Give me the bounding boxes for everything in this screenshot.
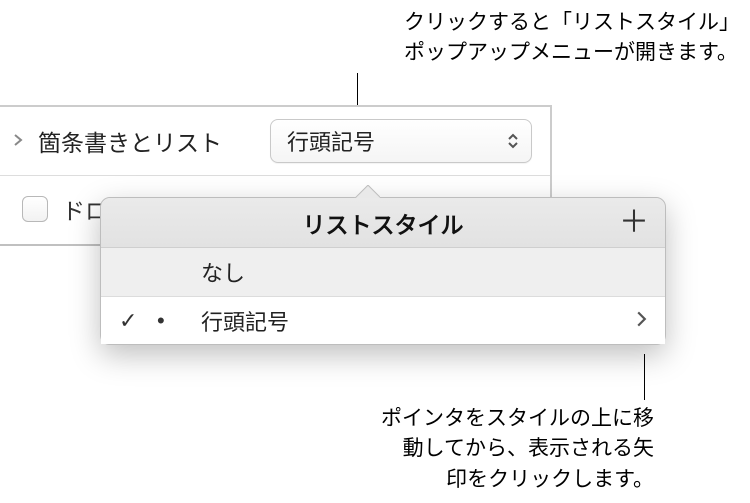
popover-arrow-icon [354, 185, 380, 199]
callout-text: クリックすると「リストスタイル」 [404, 8, 740, 38]
callout-text: 印をクリックします。 [381, 465, 654, 495]
callout-text: ポップアップメニューが開きます。 [404, 38, 740, 68]
callout-text: 動してから、表示される矢 [381, 434, 654, 464]
bullets-lists-row: 箇条書きとリスト 行頭記号 [0, 107, 550, 175]
popover-list: なし ✓ • 行頭記号 [101, 248, 665, 344]
callout-text: ポインタをスタイルの上に移 [381, 404, 654, 434]
popup-chevrons-icon [507, 133, 519, 149]
list-style-popover: リストスタイル ＋ なし ✓ • 行頭記号 [100, 197, 666, 345]
list-item-label: なし [195, 256, 647, 288]
checkmark-icon: ✓ [119, 308, 157, 334]
list-style-item-bullet[interactable]: ✓ • 行頭記号 [101, 296, 665, 344]
callout-top: クリックすると「リストスタイル」 ポップアップメニューが開きます。 [404, 8, 740, 69]
section-label: 箇条書きとリスト [38, 124, 222, 158]
popup-value: 行頭記号 [287, 125, 375, 157]
bullet-indicator-icon: • [157, 308, 195, 334]
list-style-popup-button[interactable]: 行頭記号 [270, 119, 532, 163]
list-item-label: 行頭記号 [195, 305, 636, 337]
disclosure-triangle-icon[interactable] [6, 131, 30, 152]
popover-header: リストスタイル ＋ [101, 198, 665, 248]
popover-title: リストスタイル [303, 206, 464, 240]
callout-leader-line [644, 354, 645, 400]
chevron-right-icon[interactable] [636, 308, 647, 334]
drop-cap-checkbox[interactable] [22, 196, 48, 222]
list-style-item-none[interactable]: なし [101, 248, 665, 296]
add-style-button[interactable]: ＋ [619, 208, 649, 238]
callout-bottom: ポインタをスタイルの上に移 動してから、表示される矢 印をクリックします。 [381, 404, 654, 495]
